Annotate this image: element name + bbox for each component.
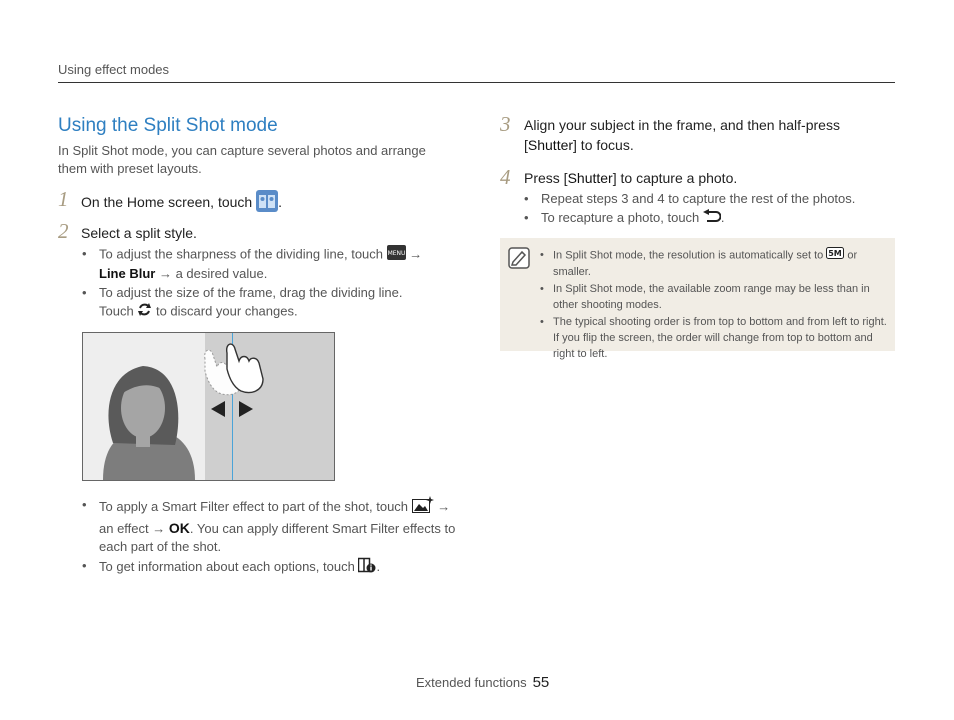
shutter-label: Shutter xyxy=(527,137,574,153)
step-3-text-end: ] to focus. xyxy=(573,137,634,153)
step-4: Press [Shutter] to capture a photo. xyxy=(524,168,737,188)
note-text: In Split Shot mode, the resolution is au… xyxy=(553,249,824,262)
step-2-bullets: To adjust the sharpness of the dividing … xyxy=(82,245,457,323)
list-item: To adjust the size of the frame, drag th… xyxy=(82,284,457,322)
step-1-period: . xyxy=(278,194,282,211)
ok-label: OK xyxy=(168,520,190,536)
resolution-icon-label: 5M xyxy=(829,249,843,258)
footer-label: Extended functions xyxy=(416,675,527,690)
intro-text: In Split Shot mode, you can capture seve… xyxy=(58,143,426,176)
step-3: Align your subject in the frame, and the… xyxy=(524,115,884,155)
step-4-bullets: Repeat steps 3 and 4 to capture the rest… xyxy=(524,190,889,229)
reset-icon xyxy=(137,302,152,322)
step-4-text: Press [ xyxy=(524,170,568,186)
bullet-text: To get information about each options, t… xyxy=(99,558,355,574)
step-2-text: Select a split style. xyxy=(81,225,197,241)
step-number-4: 4 xyxy=(500,165,511,189)
header-rule xyxy=(58,82,895,83)
bullet-text: To adjust the size of the frame, drag th… xyxy=(99,285,403,300)
note-box: In Split Shot mode, the resolution is au… xyxy=(500,238,895,360)
line-blur-label: Line Blur xyxy=(99,266,156,281)
hand-touch-icon xyxy=(204,343,264,396)
list-item: Repeat steps 3 and 4 to capture the rest… xyxy=(524,190,889,208)
resolution-icon: 5M xyxy=(826,247,845,264)
back-icon xyxy=(702,209,722,228)
bullet-text: Touch xyxy=(99,303,134,319)
split-shot-mode-icon xyxy=(256,190,279,217)
list-item: To recapture a photo, touch . xyxy=(524,209,889,228)
page-number: 55 xyxy=(532,674,550,691)
smart-filter-icon xyxy=(411,496,434,519)
step-number-1: 1 xyxy=(58,187,69,211)
bullet-text: To adjust the sharpness of the dividing … xyxy=(99,246,384,262)
figure-bullets: To apply a Smart Filter effect to part o… xyxy=(82,496,457,579)
step-1: On the Home screen, touch . xyxy=(81,190,282,217)
bullet-text: → a desired value. xyxy=(158,266,268,281)
arrow-text: → xyxy=(409,246,423,262)
menu-icon-label: MENU xyxy=(387,250,405,257)
bullet-text: to discard your changes. xyxy=(155,303,298,319)
drag-arrows-icon xyxy=(211,401,253,417)
list-item: To adjust the sharpness of the dividing … xyxy=(82,245,457,283)
running-header: Using effect modes xyxy=(58,62,170,77)
bullet-text: To apply a Smart Filter effect to part o… xyxy=(99,498,409,514)
note-icon xyxy=(508,247,530,269)
menu-icon: MENU xyxy=(386,245,406,265)
step-number-2: 2 xyxy=(58,219,69,243)
portrait-illustration xyxy=(83,333,205,480)
section-title: Using the Split Shot mode xyxy=(58,115,278,136)
bullet-text: To recapture a photo, touch xyxy=(541,210,700,225)
bullet-text: . xyxy=(376,558,381,574)
list-item: The typical shooting order is from top t… xyxy=(540,314,890,362)
list-item: In Split Shot mode, the resolution is au… xyxy=(540,247,890,280)
bullet-text: . xyxy=(720,210,725,225)
step-4-text-end: ] to capture a photo. xyxy=(612,170,738,186)
list-item: In Split Shot mode, the available zoom r… xyxy=(540,281,890,313)
step-number-3: 3 xyxy=(500,112,511,136)
split-shot-illustration xyxy=(82,332,335,481)
list-item: To get information about each options, t… xyxy=(82,557,457,578)
info-icon xyxy=(358,557,376,578)
bullet-text: an effect → xyxy=(99,521,166,536)
note-list: In Split Shot mode, the resolution is au… xyxy=(540,247,890,363)
shutter-label: Shutter xyxy=(567,170,613,186)
arrow-text: → xyxy=(437,498,451,514)
list-item: To apply a Smart Filter effect to part o… xyxy=(82,496,457,556)
step-1-text: On the Home screen, touch xyxy=(81,194,253,211)
page-footer: Extended functions 55 xyxy=(416,674,549,691)
